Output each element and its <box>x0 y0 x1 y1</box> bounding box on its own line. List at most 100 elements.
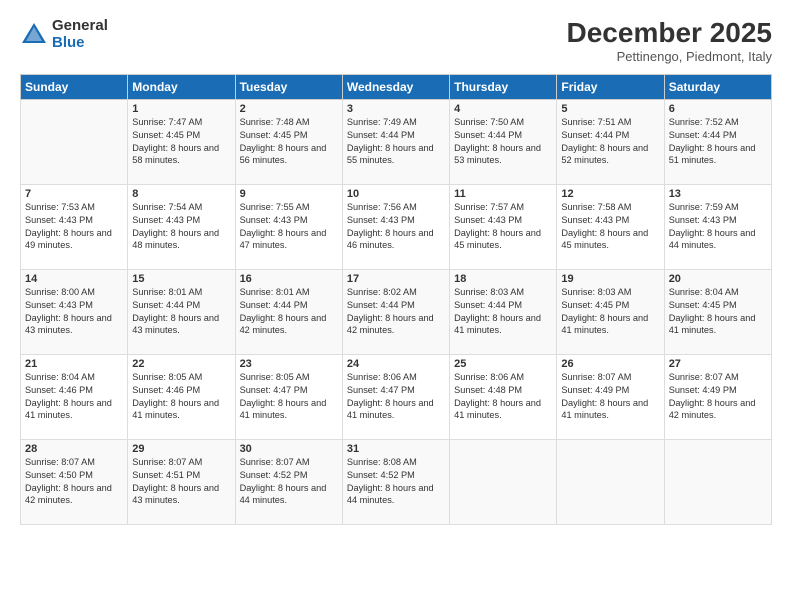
table-row: 4 Sunrise: 7:50 AM Sunset: 4:44 PM Dayli… <box>450 99 557 184</box>
day-number: 11 <box>454 188 552 200</box>
daylight-text: Daylight: 8 hours and 51 minutes. <box>669 143 756 166</box>
calendar-header-row: Sunday Monday Tuesday Wednesday Thursday… <box>21 74 772 99</box>
daylight-text: Daylight: 8 hours and 41 minutes. <box>561 313 648 336</box>
day-info: Sunrise: 8:01 AM Sunset: 4:44 PM Dayligh… <box>132 286 230 338</box>
daylight-text: Daylight: 8 hours and 48 minutes. <box>132 228 219 251</box>
calendar-week-row: 14 Sunrise: 8:00 AM Sunset: 4:43 PM Dayl… <box>21 269 772 354</box>
sunrise-text: Sunrise: 8:05 AM <box>240 372 310 382</box>
sunrise-text: Sunrise: 7:49 AM <box>347 117 417 127</box>
calendar-week-row: 21 Sunrise: 8:04 AM Sunset: 4:46 PM Dayl… <box>21 354 772 439</box>
daylight-text: Daylight: 8 hours and 45 minutes. <box>454 228 541 251</box>
sunset-text: Sunset: 4:43 PM <box>240 215 308 225</box>
day-info: Sunrise: 7:54 AM Sunset: 4:43 PM Dayligh… <box>132 201 230 253</box>
day-number: 21 <box>25 358 123 370</box>
day-info: Sunrise: 8:06 AM Sunset: 4:48 PM Dayligh… <box>454 371 552 423</box>
daylight-text: Daylight: 8 hours and 42 minutes. <box>25 483 112 506</box>
location: Pettinengo, Piedmont, Italy <box>567 49 772 64</box>
col-monday: Monday <box>128 74 235 99</box>
daylight-text: Daylight: 8 hours and 49 minutes. <box>25 228 112 251</box>
sunrise-text: Sunrise: 8:07 AM <box>132 457 202 467</box>
day-number: 22 <box>132 358 230 370</box>
daylight-text: Daylight: 8 hours and 41 minutes. <box>454 313 541 336</box>
day-number: 12 <box>561 188 659 200</box>
day-info: Sunrise: 7:55 AM Sunset: 4:43 PM Dayligh… <box>240 201 338 253</box>
sunrise-text: Sunrise: 8:03 AM <box>454 287 524 297</box>
calendar-week-row: 7 Sunrise: 7:53 AM Sunset: 4:43 PM Dayli… <box>21 184 772 269</box>
sunset-text: Sunset: 4:43 PM <box>347 215 415 225</box>
daylight-text: Daylight: 8 hours and 41 minutes. <box>561 398 648 421</box>
sunrise-text: Sunrise: 8:07 AM <box>25 457 95 467</box>
sunset-text: Sunset: 4:43 PM <box>132 215 200 225</box>
day-info: Sunrise: 8:07 AM Sunset: 4:50 PM Dayligh… <box>25 456 123 508</box>
sunrise-text: Sunrise: 8:00 AM <box>25 287 95 297</box>
day-number: 5 <box>561 103 659 115</box>
daylight-text: Daylight: 8 hours and 44 minutes. <box>240 483 327 506</box>
day-number: 2 <box>240 103 338 115</box>
day-info: Sunrise: 8:07 AM Sunset: 4:49 PM Dayligh… <box>561 371 659 423</box>
table-row: 10 Sunrise: 7:56 AM Sunset: 4:43 PM Dayl… <box>342 184 449 269</box>
table-row: 23 Sunrise: 8:05 AM Sunset: 4:47 PM Dayl… <box>235 354 342 439</box>
calendar-table: Sunday Monday Tuesday Wednesday Thursday… <box>20 74 772 525</box>
sunrise-text: Sunrise: 7:54 AM <box>132 202 202 212</box>
day-number: 15 <box>132 273 230 285</box>
day-info: Sunrise: 7:53 AM Sunset: 4:43 PM Dayligh… <box>25 201 123 253</box>
table-row: 7 Sunrise: 7:53 AM Sunset: 4:43 PM Dayli… <box>21 184 128 269</box>
table-row <box>557 439 664 524</box>
sunrise-text: Sunrise: 8:06 AM <box>347 372 417 382</box>
day-info: Sunrise: 8:03 AM Sunset: 4:45 PM Dayligh… <box>561 286 659 338</box>
day-number: 13 <box>669 188 767 200</box>
daylight-text: Daylight: 8 hours and 43 minutes. <box>132 313 219 336</box>
table-row <box>450 439 557 524</box>
sunset-text: Sunset: 4:43 PM <box>25 215 93 225</box>
table-row: 24 Sunrise: 8:06 AM Sunset: 4:47 PM Dayl… <box>342 354 449 439</box>
sunset-text: Sunset: 4:43 PM <box>454 215 522 225</box>
daylight-text: Daylight: 8 hours and 41 minutes. <box>240 398 327 421</box>
sunrise-text: Sunrise: 8:07 AM <box>669 372 739 382</box>
sunrise-text: Sunrise: 8:04 AM <box>25 372 95 382</box>
table-row: 8 Sunrise: 7:54 AM Sunset: 4:43 PM Dayli… <box>128 184 235 269</box>
daylight-text: Daylight: 8 hours and 42 minutes. <box>669 398 756 421</box>
day-number: 7 <box>25 188 123 200</box>
sunrise-text: Sunrise: 7:51 AM <box>561 117 631 127</box>
day-info: Sunrise: 7:57 AM Sunset: 4:43 PM Dayligh… <box>454 201 552 253</box>
day-number: 25 <box>454 358 552 370</box>
table-row: 18 Sunrise: 8:03 AM Sunset: 4:44 PM Dayl… <box>450 269 557 354</box>
col-tuesday: Tuesday <box>235 74 342 99</box>
day-number: 26 <box>561 358 659 370</box>
sunrise-text: Sunrise: 8:03 AM <box>561 287 631 297</box>
day-number: 27 <box>669 358 767 370</box>
day-info: Sunrise: 8:07 AM Sunset: 4:51 PM Dayligh… <box>132 456 230 508</box>
daylight-text: Daylight: 8 hours and 41 minutes. <box>347 398 434 421</box>
day-number: 29 <box>132 443 230 455</box>
sunset-text: Sunset: 4:44 PM <box>347 300 415 310</box>
daylight-text: Daylight: 8 hours and 46 minutes. <box>347 228 434 251</box>
daylight-text: Daylight: 8 hours and 55 minutes. <box>347 143 434 166</box>
sunrise-text: Sunrise: 8:05 AM <box>132 372 202 382</box>
sunset-text: Sunset: 4:51 PM <box>132 470 200 480</box>
sunset-text: Sunset: 4:47 PM <box>347 385 415 395</box>
sunset-text: Sunset: 4:45 PM <box>669 300 737 310</box>
day-info: Sunrise: 8:00 AM Sunset: 4:43 PM Dayligh… <box>25 286 123 338</box>
calendar-week-row: 28 Sunrise: 8:07 AM Sunset: 4:50 PM Dayl… <box>21 439 772 524</box>
sunrise-text: Sunrise: 8:07 AM <box>240 457 310 467</box>
sunrise-text: Sunrise: 8:01 AM <box>240 287 310 297</box>
day-info: Sunrise: 7:51 AM Sunset: 4:44 PM Dayligh… <box>561 116 659 168</box>
sunset-text: Sunset: 4:44 PM <box>561 130 629 140</box>
daylight-text: Daylight: 8 hours and 43 minutes. <box>25 313 112 336</box>
col-sunday: Sunday <box>21 74 128 99</box>
day-number: 3 <box>347 103 445 115</box>
day-number: 28 <box>25 443 123 455</box>
table-row: 11 Sunrise: 7:57 AM Sunset: 4:43 PM Dayl… <box>450 184 557 269</box>
day-number: 19 <box>561 273 659 285</box>
col-thursday: Thursday <box>450 74 557 99</box>
sunset-text: Sunset: 4:50 PM <box>25 470 93 480</box>
day-info: Sunrise: 8:04 AM Sunset: 4:45 PM Dayligh… <box>669 286 767 338</box>
day-info: Sunrise: 7:48 AM Sunset: 4:45 PM Dayligh… <box>240 116 338 168</box>
sunrise-text: Sunrise: 7:58 AM <box>561 202 631 212</box>
sunset-text: Sunset: 4:49 PM <box>669 385 737 395</box>
calendar-page: General Blue December 2025 Pettinengo, P… <box>0 0 792 612</box>
table-row: 1 Sunrise: 7:47 AM Sunset: 4:45 PM Dayli… <box>128 99 235 184</box>
sunset-text: Sunset: 4:44 PM <box>454 130 522 140</box>
calendar-week-row: 1 Sunrise: 7:47 AM Sunset: 4:45 PM Dayli… <box>21 99 772 184</box>
table-row: 20 Sunrise: 8:04 AM Sunset: 4:45 PM Dayl… <box>664 269 771 354</box>
